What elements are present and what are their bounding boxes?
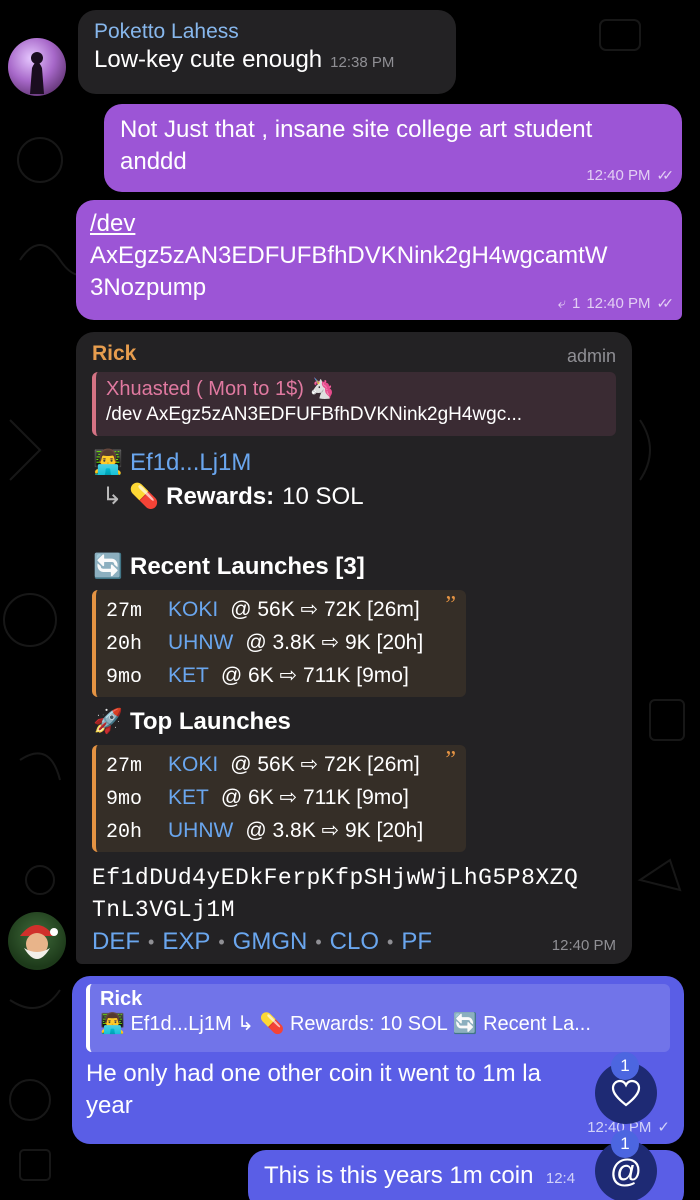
check-icon: ✓ — [657, 1119, 670, 1136]
reply-quote[interactable]: Rick 👨‍💻 Ef1d...Lj1M ↳ 💊 Rewards: 10 SOL… — [86, 984, 670, 1052]
message-text: This is this years 1m coin — [264, 1162, 534, 1189]
explorer-links: DEF • EXP • GMGN • CLO • PF — [92, 928, 616, 956]
launch-row: 9mo KET @ 6K ⇨ 711K [9mo] — [106, 786, 409, 811]
full-address-line2[interactable]: TnL3VGLj1M — [92, 894, 616, 926]
top-launches-heading: 🚀 Top Launches — [92, 705, 616, 739]
message-text-line2: anddd — [120, 148, 187, 175]
launch-row: 27m KOKI @ 56K ⇨ 72K [26m] — [106, 753, 420, 778]
full-address-line1[interactable]: Ef1dDUd4yEDkFerpKfpSHjwWjLhG5P8XZQ — [92, 862, 616, 894]
token-link[interactable]: UHNW — [168, 819, 233, 842]
quote-title: Xhuasted ( Mon to 1$) 🦄 — [106, 378, 335, 400]
reply-arrow-icon: ⤶ — [557, 295, 566, 312]
message-bubble-rick[interactable]: Rick admin Xhuasted ( Mon to 1$) 🦄 /dev … — [76, 332, 632, 964]
dev-command-link[interactable]: /dev — [90, 208, 668, 240]
avatar-poketto[interactable] — [8, 38, 66, 96]
message-bubble-outgoing-reply[interactable]: Rick 👨‍💻 Ef1d...Lj1M ↳ 💊 Rewards: 10 SOL… — [72, 976, 684, 1144]
quote-text: 👨‍💻 Ef1d...Lj1M ↳ 💊 Rewards: 10 SOL 🔄 Re… — [100, 1013, 591, 1035]
link-exp[interactable]: EXP — [162, 928, 210, 956]
mentions-button[interactable]: @ 1 — [595, 1130, 657, 1200]
rewards-value: 10 SOL — [282, 483, 364, 510]
message-bubble-outgoing[interactable]: Not Just that , insane site college art … — [104, 104, 682, 192]
recent-launches-title: Recent Launches [3] — [130, 553, 365, 580]
link-clo[interactable]: CLO — [330, 928, 379, 956]
mentions-count-badge: 1 — [611, 1130, 639, 1158]
top-launches-title: Top Launches — [130, 708, 291, 735]
message-text-line1: He only had one other coin it went to 1m… — [86, 1060, 541, 1087]
link-pf[interactable]: PF — [401, 928, 432, 956]
recent-launches-heading: 🔄 Recent Launches [3] — [92, 550, 616, 584]
token-link[interactable]: UHNW — [168, 631, 233, 654]
message-bubble-poketto[interactable]: Poketto Lahess Low-key cute enough 12:38… — [78, 10, 456, 94]
reply-count[interactable]: 1 — [572, 295, 580, 312]
link-separator: • — [148, 931, 155, 952]
reactions-button[interactable]: 1 — [595, 1052, 657, 1124]
launch-row: 20h UHNW @ 3.8K ⇨ 9K [20h] — [106, 819, 424, 844]
message-meta: 12:40 PM ✓✓ — [586, 167, 675, 184]
link-def[interactable]: DEF — [92, 928, 140, 956]
link-gmgn[interactable]: GMGN — [233, 928, 308, 956]
quote-text: /dev AxEgz5zAN3EDFUFBfhDVKNink2gH4wgc... — [106, 404, 523, 425]
message-text-line2: year — [86, 1092, 133, 1119]
message-text: Low-key cute enough — [94, 46, 323, 73]
message-time: 12:40 PM — [586, 167, 651, 184]
link-separator: • — [387, 931, 394, 952]
message-text-line1: Not Just that , insane site college art … — [120, 116, 593, 143]
link-separator: • — [315, 931, 322, 952]
pill-icon: 💊 — [129, 483, 160, 510]
message-meta: ⤶ 1 12:40 PM ✓✓ — [557, 295, 675, 312]
token-link[interactable]: KET — [168, 786, 209, 809]
double-check-icon: ✓✓ — [656, 167, 675, 183]
double-check-icon: ✓✓ — [656, 295, 675, 311]
reactions-count-badge: 1 — [611, 1052, 639, 1080]
avatar-figure-icon — [30, 52, 44, 94]
refresh-icon: 🔄 — [93, 553, 123, 580]
launch-row: 27m KOKI @ 56K ⇨ 72K [26m] — [106, 598, 420, 623]
token-link[interactable]: KOKI — [168, 753, 218, 776]
admin-badge: admin — [566, 346, 616, 366]
message-time: 12:40 PM — [586, 295, 651, 312]
hacker-icon: 👨‍💻 — [93, 449, 123, 476]
recent-launches-block[interactable]: ” 27m KOKI @ 56K ⇨ 72K [26m] 20h UHNW @ 3.… — [92, 590, 466, 697]
link-separator: • — [218, 931, 225, 952]
turn-arrow-icon: ↳ — [102, 483, 123, 510]
quote-mark-icon: ” — [445, 592, 456, 618]
contract-address-line1: AxEgz5zAN3EDFUFBfhDVKNink2gH4wgcamtW — [90, 242, 608, 269]
wallet-link[interactable]: Ef1d...Lj1M — [130, 446, 251, 480]
message-time: 12:38 PM — [330, 54, 395, 71]
message-bubble-outgoing-dev[interactable]: /dev AxEgz5zAN3EDFUFBfhDVKNink2gH4wgcamt… — [76, 200, 682, 320]
rewards-label: Rewards: — [166, 483, 275, 510]
launch-row: 9mo KET @ 6K ⇨ 711K [9mo] — [106, 664, 409, 689]
message-time: 12:40 PM — [551, 937, 616, 954]
sender-name[interactable]: Rick — [92, 342, 616, 366]
message-time: 12:4 — [545, 1170, 576, 1187]
avatar-santa-icon — [20, 925, 58, 959]
token-link[interactable]: KOKI — [168, 598, 218, 621]
heart-icon — [611, 1079, 641, 1107]
launch-row: 20h UHNW @ 3.8K ⇨ 9K [20h] — [106, 631, 424, 656]
rewards-row: ↳ 💊 Rewards: 10 SOL — [92, 480, 616, 514]
quote-sender: Rick — [100, 988, 143, 1010]
top-launches-block[interactable]: ” 27m KOKI @ 56K ⇨ 72K [26m] 9mo KET @ 6K … — [92, 745, 466, 852]
reply-quote[interactable]: Xhuasted ( Mon to 1$) 🦄 /dev AxEgz5zAN3E… — [92, 372, 616, 436]
token-link[interactable]: KET — [168, 664, 209, 687]
quote-mark-icon: ” — [445, 747, 456, 773]
sender-name[interactable]: Poketto Lahess — [94, 20, 440, 44]
at-sign-icon: @ — [609, 1152, 643, 1189]
rocket-icon: 🚀 — [93, 708, 123, 735]
wallet-row: 👨‍💻 Ef1d...Lj1M — [92, 446, 616, 480]
avatar-rick[interactable] — [8, 912, 66, 970]
